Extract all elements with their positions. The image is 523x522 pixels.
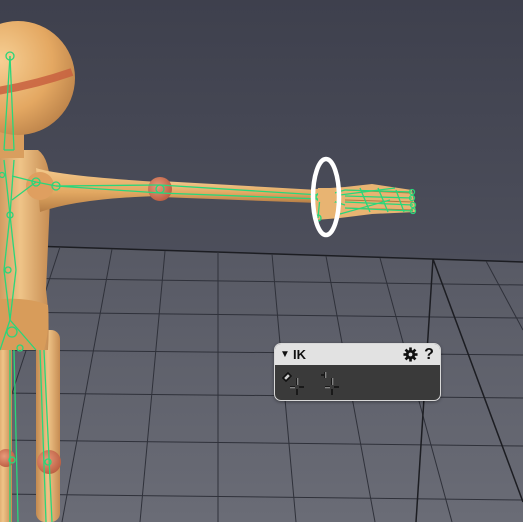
elbow-joint xyxy=(148,177,172,201)
ground-plane xyxy=(0,245,523,522)
help-button[interactable]: ? xyxy=(421,346,437,363)
pelvis xyxy=(0,298,49,350)
ik-panel-title: IK xyxy=(293,347,306,362)
ik-panel[interactable]: ▼ IK ? xyxy=(274,343,441,401)
ik-panel-header[interactable]: ▼ IK ? xyxy=(275,344,440,365)
triangle-down-icon[interactable]: ▼ xyxy=(280,349,290,360)
gear-icon[interactable] xyxy=(402,347,418,363)
3d-viewport[interactable] xyxy=(0,0,523,522)
crosshair-move-icon[interactable] xyxy=(315,369,343,397)
ik-tool-row xyxy=(275,366,440,400)
pin-crosshair-icon[interactable] xyxy=(279,369,307,397)
